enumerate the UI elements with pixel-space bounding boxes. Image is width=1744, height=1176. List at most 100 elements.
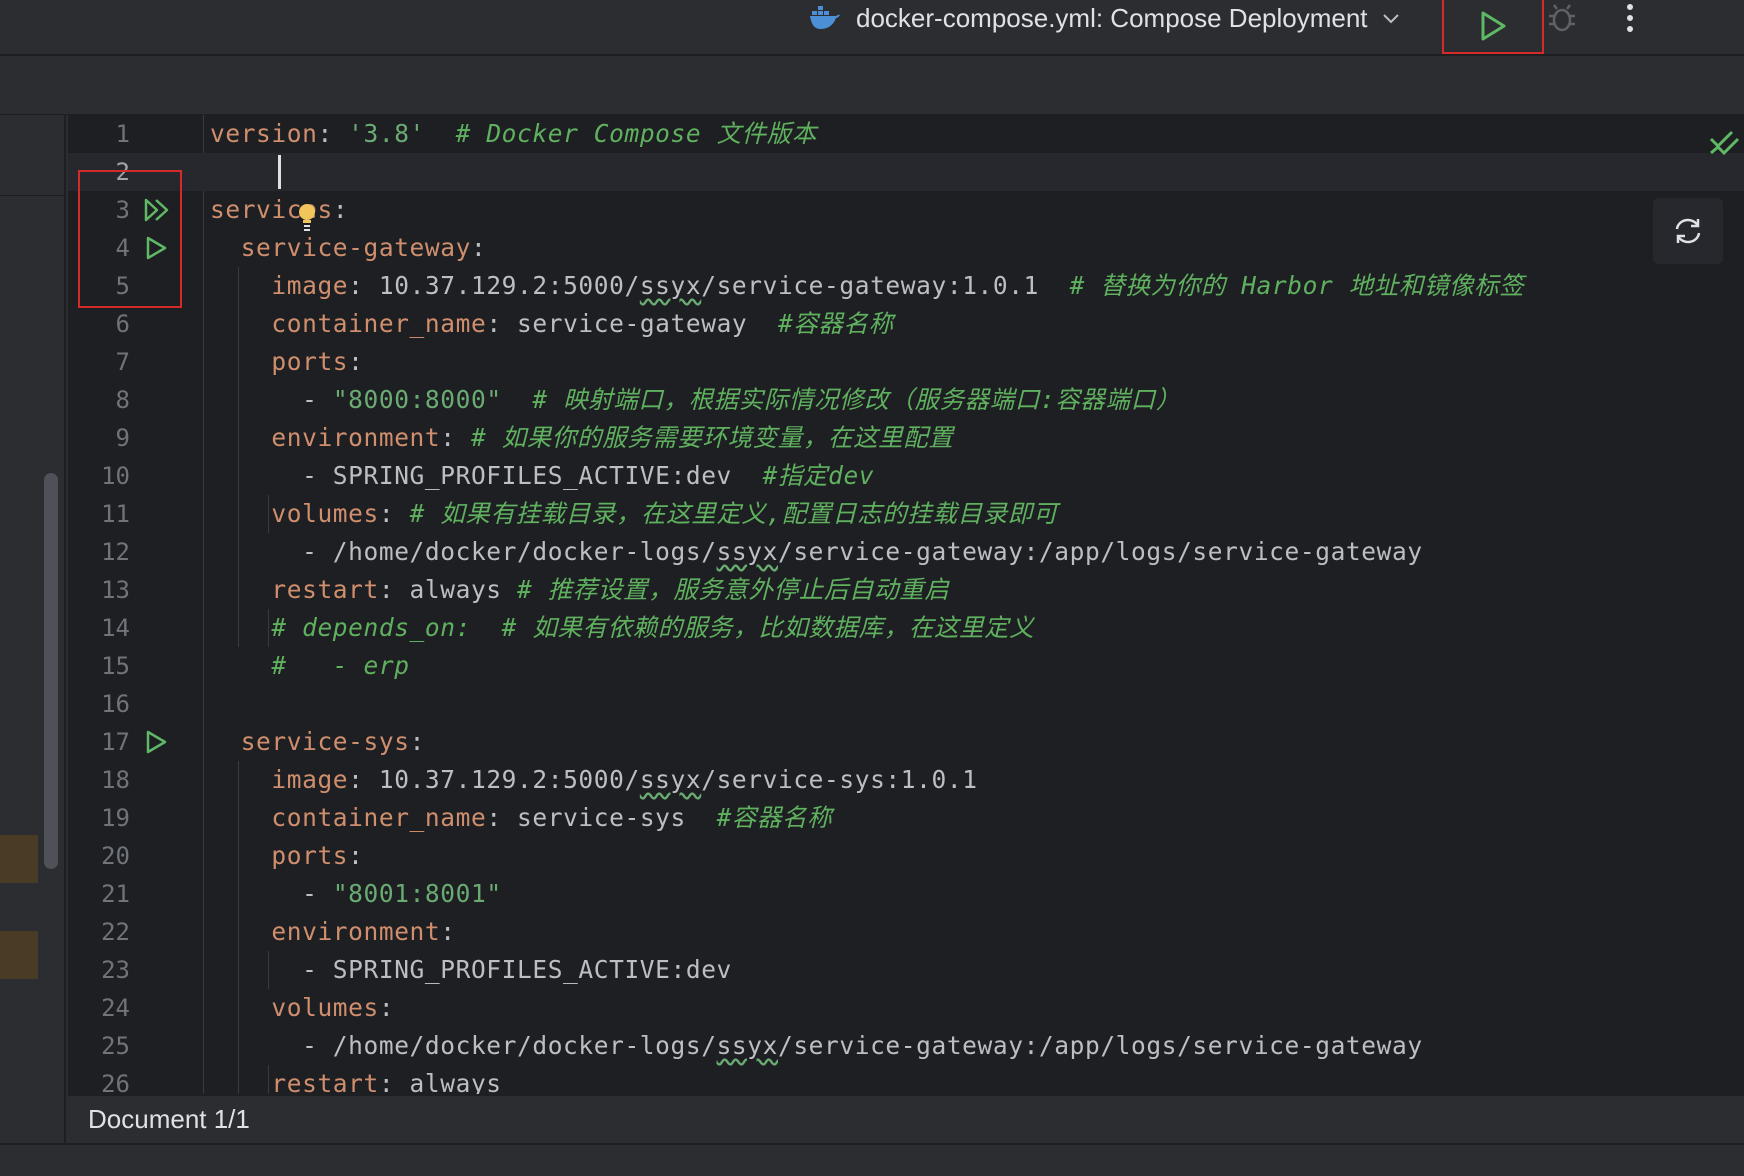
gutter-highlight-box: [78, 170, 182, 308]
line-number[interactable]: 15: [68, 647, 130, 685]
code-line[interactable]: 13 restart: always # 推荐设置，服务意外停止后自动重启: [68, 571, 1744, 609]
code-token: service-sys: [240, 727, 410, 756]
document-indicator[interactable]: Document 1/1: [88, 1104, 250, 1135]
code-token: # 替换为你的 Harbor 地址和镜像标签: [1069, 271, 1525, 300]
code-text: environment:: [210, 913, 456, 951]
run-icon[interactable]: [143, 729, 173, 755]
code-token: /service-gateway:/app/logs/service-gatew…: [777, 537, 1423, 566]
code-line[interactable]: 2: [68, 153, 1744, 191]
check-icon[interactable]: [1708, 129, 1742, 157]
code-line[interactable]: 8 - "8000:8000" # 映射端口，根据实际情况修改（服务器端口:容器…: [68, 381, 1744, 419]
line-number[interactable]: 23: [68, 951, 130, 989]
code-text: - "8000:8000" # 映射端口，根据实际情况修改（服务器端口:容器端口…: [210, 381, 1181, 419]
indent-guide: [238, 761, 239, 1094]
code-token: - SPRING_PROFILES_ACTIVE:dev: [210, 461, 763, 490]
code-line[interactable]: 22 environment:: [68, 913, 1744, 951]
line-number[interactable]: 24: [68, 989, 130, 1027]
bulb-icon[interactable]: [297, 203, 317, 233]
code-line[interactable]: 21 - "8001:8001": [68, 875, 1744, 913]
code-token: :: [332, 195, 349, 224]
code-text: # depends_on: # 如果有依赖的服务，比如数据库，在这里定义: [210, 609, 1034, 647]
code-line[interactable]: 25 - /home/docker/docker-logs/ssyx/servi…: [68, 1027, 1744, 1065]
line-number[interactable]: 25: [68, 1027, 130, 1065]
code-token: restart: [271, 575, 379, 604]
line-number[interactable]: 22: [68, 913, 130, 951]
code-editor[interactable]: 1 version: '3.8' # Docker Compose 文件版本 2 3 s…: [68, 115, 1744, 1094]
line-number[interactable]: 14: [68, 609, 130, 647]
code-text: volumes: # 如果有挂载目录，在这里定义,配置日志的挂载目录即可: [210, 495, 1058, 533]
line-number[interactable]: 6: [68, 305, 130, 343]
code-line[interactable]: 15 # - erp: [68, 647, 1744, 685]
code-token: -: [210, 385, 333, 414]
change-marker: [0, 931, 38, 979]
code-line[interactable]: 3 services:: [68, 191, 1744, 229]
line-number[interactable]: 26: [68, 1065, 130, 1094]
code-token: ssyx: [639, 765, 702, 794]
code-line[interactable]: 4 service-gateway:: [68, 229, 1744, 267]
run-configuration-selector[interactable]: docker-compose.yml: Compose Deployment: [810, 0, 1400, 36]
line-number[interactable]: 11: [68, 495, 130, 533]
divider: [0, 195, 66, 196]
run-button[interactable]: [1442, 0, 1544, 54]
code-line[interactable]: 16: [68, 685, 1744, 723]
more-options-button[interactable]: [1610, 0, 1650, 36]
line-number[interactable]: 17: [68, 723, 130, 761]
status-bar: [0, 1143, 1744, 1176]
code-line[interactable]: 6 container_name: service-gateway #容器名称: [68, 305, 1744, 343]
code-text: restart: always: [210, 1065, 502, 1094]
line-number[interactable]: 8: [68, 381, 130, 419]
line-number[interactable]: 12: [68, 533, 130, 571]
line-number[interactable]: 21: [68, 875, 130, 913]
code-token: - /home/docker/docker-logs/: [210, 537, 717, 566]
code-token: # - erp: [271, 651, 410, 680]
line-number[interactable]: 20: [68, 837, 130, 875]
code-text: - /home/docker/docker-logs/ssyx/service-…: [210, 1027, 1423, 1065]
code-line[interactable]: 26 restart: always: [68, 1065, 1744, 1094]
line-number[interactable]: 13: [68, 571, 130, 609]
code-line[interactable]: 11 volumes: # 如果有挂载目录，在这里定义,配置日志的挂载目录即可: [68, 495, 1744, 533]
code-line[interactable]: 17 service-sys:: [68, 723, 1744, 761]
indent-guide: [268, 495, 269, 533]
code-line[interactable]: 19 container_name: service-sys #容器名称: [68, 799, 1744, 837]
code-line[interactable]: 12 - /home/docker/docker-logs/ssyx/servi…: [68, 533, 1744, 571]
code-token: container_name: [271, 309, 487, 338]
code-line[interactable]: 20 ports:: [68, 837, 1744, 875]
code-token: # depends_on: # 如果有依赖的服务，比如数据库，在这里定义: [271, 613, 1035, 642]
chevron-down-icon[interactable]: [1382, 12, 1400, 24]
reload-button[interactable]: [1653, 198, 1723, 264]
line-number[interactable]: 16: [68, 685, 130, 723]
code-line[interactable]: 1 version: '3.8' # Docker Compose 文件版本: [68, 115, 1744, 153]
scrollbar-thumb[interactable]: [44, 473, 58, 869]
code-line[interactable]: 10 - SPRING_PROFILES_ACTIVE:dev #指定dev: [68, 457, 1744, 495]
code-token: : 10.37.129.2:5000/: [348, 765, 640, 794]
code-line[interactable]: 5 image: 10.37.129.2:5000/ssyx/service-g…: [68, 267, 1744, 305]
code-token: # 映射端口，根据实际情况修改（服务器端口:容器端口）: [532, 385, 1181, 414]
code-token: volumes: [271, 499, 379, 528]
code-token: image: [271, 765, 349, 794]
debug-button[interactable]: [1544, 0, 1580, 36]
line-number[interactable]: 1: [68, 115, 130, 153]
code-text: - /home/docker/docker-logs/ssyx/service-…: [210, 533, 1423, 571]
code-text: # - erp: [210, 647, 410, 685]
code-line[interactable]: 18 image: 10.37.129.2:5000/ssyx/service-…: [68, 761, 1744, 799]
code-token: :: [348, 347, 364, 376]
line-number[interactable]: 19: [68, 799, 130, 837]
code-line[interactable]: 9 environment: # 如果你的服务需要环境变量，在这里配置: [68, 419, 1744, 457]
code-line[interactable]: 24 volumes:: [68, 989, 1744, 1027]
code-token: environment: [271, 917, 441, 946]
line-number[interactable]: 18: [68, 761, 130, 799]
line-number[interactable]: 7: [68, 343, 130, 381]
line-number[interactable]: 10: [68, 457, 130, 495]
code-line[interactable]: 14 # depends_on: # 如果有依赖的服务，比如数据库，在这里定义: [68, 609, 1744, 647]
play-icon: [1481, 11, 1506, 41]
line-number[interactable]: 9: [68, 419, 130, 457]
code-line[interactable]: 7 ports:: [68, 343, 1744, 381]
code-line[interactable]: 23 - SPRING_PROFILES_ACTIVE:dev: [68, 951, 1744, 989]
